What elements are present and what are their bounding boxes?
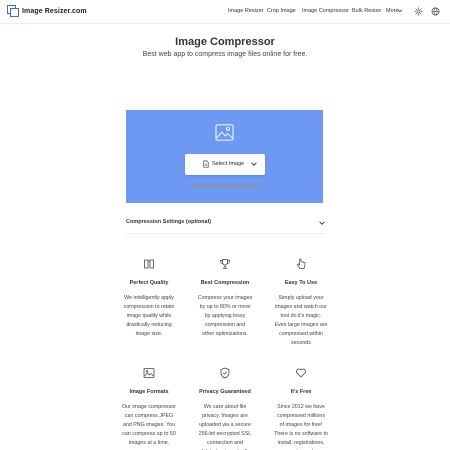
page-title: Image Compressor <box>175 36 275 48</box>
compression-settings-label: Compression Settings (optional) <box>126 219 211 225</box>
upload-dropzone[interactable]: Select Image or, drag and drop an image … <box>126 110 323 203</box>
page-subtitle: Best web app to compress image files onl… <box>142 51 308 58</box>
shield-icon <box>220 367 230 379</box>
chevron-down-icon[interactable] <box>251 162 257 166</box>
divider <box>126 233 325 234</box>
chevron-down-icon[interactable] <box>397 8 403 14</box>
drop-hint-text: or, drag and drop an image here <box>192 183 257 188</box>
image-icon <box>143 368 155 378</box>
pointer-icon <box>296 258 306 269</box>
nav-link-image-resizer[interactable]: Image Resizer <box>228 8 263 14</box>
globe-icon[interactable] <box>431 7 440 16</box>
select-image-button[interactable]: Select Image <box>185 154 265 175</box>
nav-link-bulk-resize[interactable]: Bulk Resize <box>352 8 381 14</box>
file-icon <box>203 160 209 168</box>
feature-easy-to-use: Easy To Use Simply upload your images an… <box>256 258 346 348</box>
feature-title: Easy To Use <box>284 280 318 286</box>
feature-description: Simply upload your images and watch our … <box>274 295 328 346</box>
feature-description: Since 2012 we have compressed millions o… <box>274 404 328 450</box>
nav-link-image-compressor[interactable]: Image Compressor <box>302 8 349 14</box>
top-navbar: Image Resizer.com Image Resizer Crop Ima… <box>0 0 450 24</box>
feature-title: It's Free <box>290 389 312 395</box>
chevron-down-icon[interactable] <box>319 221 325 225</box>
book-icon <box>144 259 154 269</box>
select-image-label: Select Image <box>212 161 245 167</box>
trophy-icon <box>220 259 230 269</box>
nav-link-crop-image[interactable]: Crop Image <box>267 8 296 14</box>
feature-its-free: It's Free Since 2012 we have compressed … <box>256 367 346 450</box>
compression-settings-toggle[interactable]: Compression Settings (optional) <box>126 219 325 229</box>
image-upload-icon <box>215 124 234 141</box>
sun-icon[interactable] <box>414 7 423 16</box>
heart-icon <box>296 368 306 378</box>
